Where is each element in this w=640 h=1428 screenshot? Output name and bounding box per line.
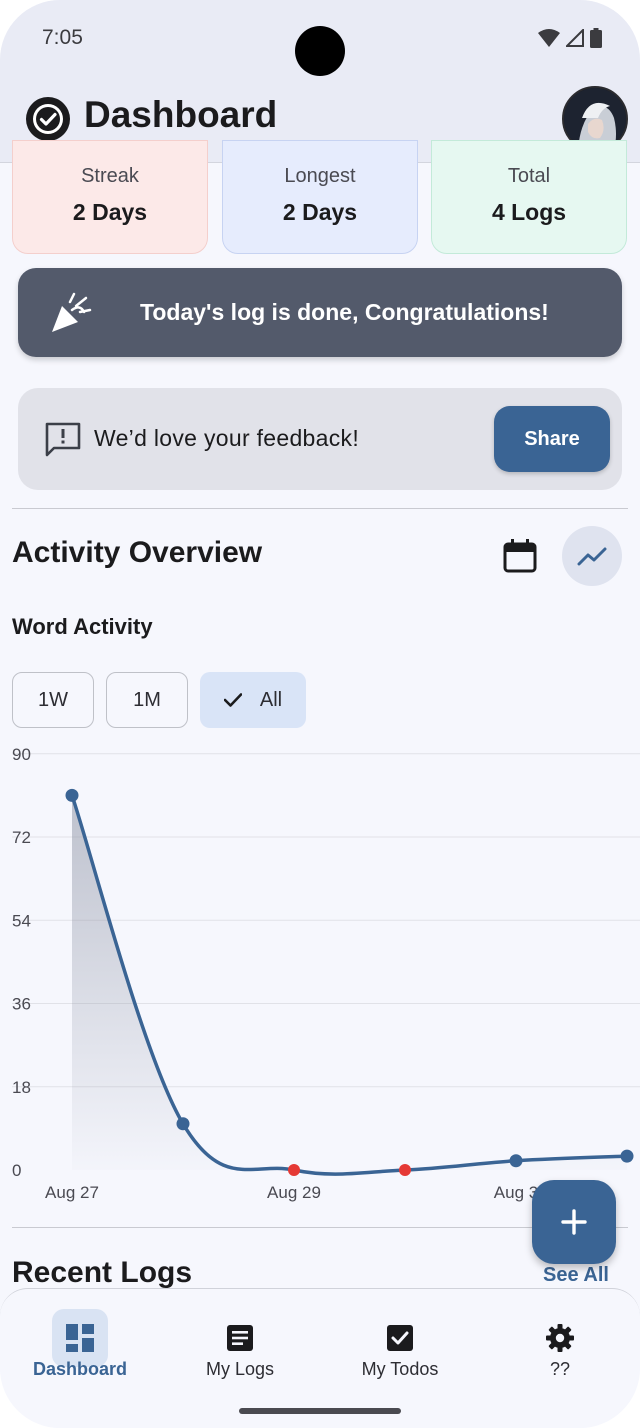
- signal-icon: [566, 29, 584, 47]
- y-axis-ticks: 0 18 36 54 72 90: [12, 745, 31, 1180]
- data-point: [176, 1117, 190, 1131]
- y-tick-label: 36: [12, 995, 31, 1014]
- y-tick-label: 90: [12, 745, 31, 764]
- check-icon: [223, 693, 242, 707]
- stat-value: 2 Days: [72, 199, 148, 225]
- chart-area-fill: [72, 795, 627, 1175]
- y-tick-label: 72: [12, 828, 31, 847]
- gear-icon: [546, 1324, 574, 1352]
- home-indicator: [239, 1408, 401, 1414]
- y-tick-label: 54: [12, 911, 31, 930]
- checkbox-icon: [387, 1325, 413, 1351]
- streak-card: Streak 2 Days: [12, 140, 208, 254]
- list-icon: [227, 1325, 253, 1351]
- nav-label: My Logs: [205, 1359, 275, 1379]
- app-logo-icon: [26, 97, 70, 141]
- phone-screen: 7:05 Dashboard Streak 2 Days Longest 2 D…: [0, 0, 640, 1428]
- x-tick-label: Aug 29: [267, 1183, 321, 1202]
- y-tick-label: 18: [12, 1078, 31, 1097]
- add-log-button[interactable]: [532, 1180, 616, 1264]
- wifi-icon: [538, 29, 560, 47]
- total-card: Total 4 Logs: [431, 140, 627, 254]
- plus-icon: [561, 1209, 587, 1235]
- nav-item-settings[interactable]: ??: [480, 1299, 640, 1389]
- data-point: [620, 1149, 634, 1163]
- see-all-link[interactable]: See All: [543, 1264, 609, 1287]
- congrats-banner: Today's log is done, Congratulations!: [18, 268, 622, 357]
- data-point: [399, 1164, 411, 1176]
- activity-title: Activity Overview: [12, 536, 263, 569]
- x-tick-label: Aug 27: [45, 1183, 99, 1202]
- battery-icon: [590, 28, 602, 48]
- celebration-icon: [52, 292, 92, 332]
- feedback-text: We’d love your feedback!: [94, 425, 360, 451]
- range-chip-1w[interactable]: 1W: [12, 672, 94, 728]
- status-bar: 7:05: [0, 0, 640, 80]
- banner-text: Today's log is done, Congratulations!: [140, 299, 549, 325]
- status-time: 7:05: [42, 26, 83, 49]
- calendar-icon[interactable]: [502, 538, 538, 574]
- longest-card: Longest 2 Days: [222, 140, 418, 254]
- dashboard-icon: [66, 1324, 94, 1352]
- stat-value: 4 Logs: [491, 199, 567, 225]
- stat-value: 2 Days: [282, 199, 358, 225]
- feedback-card: We’d love your feedback! Share: [18, 388, 622, 490]
- word-activity-chart: 01836547290 Aug 27Aug 29Aug 3Se: [12, 745, 640, 1202]
- trending-up-icon: [577, 547, 607, 566]
- stat-label: Longest: [284, 165, 356, 187]
- chip-label: All: [259, 688, 283, 711]
- nav-label: Dashboard: [32, 1359, 128, 1379]
- nav-item-my-todos[interactable]: My Todos: [320, 1299, 480, 1389]
- chart-subtitle: Word Activity: [12, 614, 153, 639]
- stat-label: Total: [507, 165, 551, 187]
- share-button[interactable]: Share: [494, 406, 610, 472]
- nav-item-dashboard[interactable]: Dashboard: [0, 1299, 160, 1389]
- range-chip-1m[interactable]: 1M: [106, 672, 188, 728]
- nav-label: ??: [549, 1359, 571, 1379]
- camera-cutout: [295, 26, 345, 76]
- recent-logs-title: Recent Logs: [12, 1256, 193, 1289]
- bottom-navigation: Dashboard My Logs My Todos ??: [0, 1288, 640, 1428]
- data-point: [509, 1154, 523, 1168]
- range-chip-all[interactable]: All: [200, 672, 306, 728]
- y-tick-label: 0: [12, 1161, 21, 1180]
- divider: [12, 508, 628, 509]
- nav-label: My Todos: [361, 1359, 439, 1379]
- feedback-icon: [45, 422, 81, 457]
- page-title: Dashboard: [84, 94, 278, 135]
- data-point: [65, 788, 79, 802]
- stat-label: Streak: [81, 165, 139, 187]
- trend-toggle-button[interactable]: [562, 526, 622, 586]
- nav-item-my-logs[interactable]: My Logs: [160, 1299, 320, 1389]
- data-point: [288, 1164, 300, 1176]
- system-icons: [538, 28, 602, 48]
